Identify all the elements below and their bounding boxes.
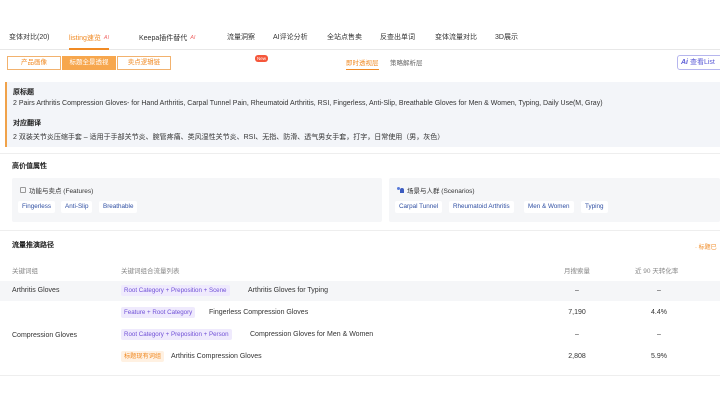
pattern-pill: 标题现有词组 <box>121 351 165 362</box>
pattern-pill: Root Category + Preposition + Person <box>121 329 232 340</box>
tab-traffic-insight[interactable]: 流量洞察 <box>227 26 255 50</box>
keyword-text[interactable]: Arthritis Compression Gloves <box>171 353 262 360</box>
conversion-rate: 5.9% <box>651 353 667 360</box>
ai-badge: AI <box>190 35 196 41</box>
column-header: 月搜索量 <box>564 268 590 275</box>
tab-ai-review[interactable]: AI评论分析 <box>273 26 308 50</box>
ai-badge: AI <box>103 35 110 41</box>
sub-toolbar: 产品画像 标题全景透视 卖点逻辑链 即时透视层 策略解析层 Ai 查看List <box>0 54 720 74</box>
column-header: 近 90 天转化率 <box>635 268 679 275</box>
scenario-tag: Typing <box>581 201 608 213</box>
top-nav: 变体对比(20) listing速览 AI Keepa插件替代 AI 流量洞察 Ne… <box>0 26 720 62</box>
divider <box>0 230 720 231</box>
column-header: 关键词组 <box>12 268 38 275</box>
tab-3d-view[interactable]: 3D展示 <box>495 26 518 50</box>
feature-tag: Anti-Slip <box>61 201 93 213</box>
attributes-heading: 高价值属性 <box>12 163 47 170</box>
original-title-text: 2 Pairs Arthritis Compression Gloves- fo… <box>13 100 603 107</box>
pattern-pill: Root Category + Preposition + Scene <box>121 285 230 296</box>
keyword-group: Compression Gloves <box>12 332 77 339</box>
ai-view-listing-button[interactable]: Ai 查看List <box>677 55 720 70</box>
box-icon <box>20 187 26 193</box>
feature-tag: Fingerless <box>18 201 56 213</box>
translation-heading: 对应翻译 <box>13 120 41 127</box>
scenarios-title: 场景与人群 (Scenarios) <box>407 188 475 195</box>
keyword-text[interactable]: Arthritis Gloves for Typing <box>248 287 328 294</box>
segment-selling-logic[interactable]: 卖点逻辑链 <box>117 56 171 70</box>
segment-title-panorama[interactable]: 标题全景透视 <box>62 56 116 70</box>
title-panel: 原标题 2 Pairs Arthritis Compression Gloves… <box>5 82 720 147</box>
monthly-volume: 2,808 <box>568 353 586 360</box>
tab-variant-compare[interactable]: 变体对比(20) <box>9 26 49 50</box>
monthly-volume: 7,190 <box>568 309 586 316</box>
tab-all-sites[interactable]: 全站点售卖 <box>327 26 362 50</box>
traffic-heading: 流量推演路径 <box>12 242 54 249</box>
pattern-pill: Feature + Root Category <box>121 307 196 318</box>
original-title-heading: 原标题 <box>13 89 34 96</box>
keyword-group: Arthritis Gloves <box>12 287 60 294</box>
features-title: 功能与卖点 (Features) <box>29 188 94 195</box>
features-card: 功能与卖点 (Features) Fingerless Anti-Slip Br… <box>12 178 382 222</box>
tab-listing-overview[interactable]: listing速览 AI <box>69 26 110 50</box>
monthly-volume: – <box>575 287 579 294</box>
ai-icon: Ai <box>681 59 688 66</box>
column-header: 关键词组合流量列表 <box>121 268 180 275</box>
keyword-text[interactable]: Compression Gloves for Men & Women <box>250 331 373 338</box>
monthly-volume: – <box>575 331 579 338</box>
scenario-tag: Men & Women <box>524 201 574 213</box>
segment-product-profile[interactable]: 产品画像 <box>7 56 61 70</box>
scenario-tag: Rheumatoid Arthritis <box>449 201 514 213</box>
divider <box>0 153 720 154</box>
title-existing-note[interactable]: · 标题已 <box>695 242 717 251</box>
conversion-rate: 4.4% <box>651 309 667 316</box>
tab-reverse-keywords[interactable]: 反查出单词 <box>380 26 415 50</box>
tab-instant-view[interactable]: 即时透视层 <box>346 57 379 70</box>
keyword-text[interactable]: Fingerless Compression Gloves <box>209 309 308 316</box>
tab-keepa-replace[interactable]: Keepa插件替代 AI <box>139 26 195 50</box>
scenario-tag: Carpal Tunnel <box>395 201 443 213</box>
divider <box>0 375 720 376</box>
row-highlight <box>0 281 720 301</box>
feature-tag: Breathable <box>99 201 138 213</box>
scenarios-card: 场景与人群 (Scenarios) Carpal Tunnel Rheumato… <box>389 178 720 222</box>
tab-variant-traffic[interactable]: 变体流量对比 <box>435 26 477 50</box>
conversion-rate: – <box>657 331 661 338</box>
tab-strategy-view[interactable]: 策略解析层 <box>390 57 423 67</box>
translation-text: 2 双装关节炎压缩手套 – 适用于手部关节炎、腕管疼痛、类风湿性关节炎、RSI、… <box>13 134 445 141</box>
conversion-rate: – <box>657 287 661 294</box>
people-icon <box>397 187 404 193</box>
